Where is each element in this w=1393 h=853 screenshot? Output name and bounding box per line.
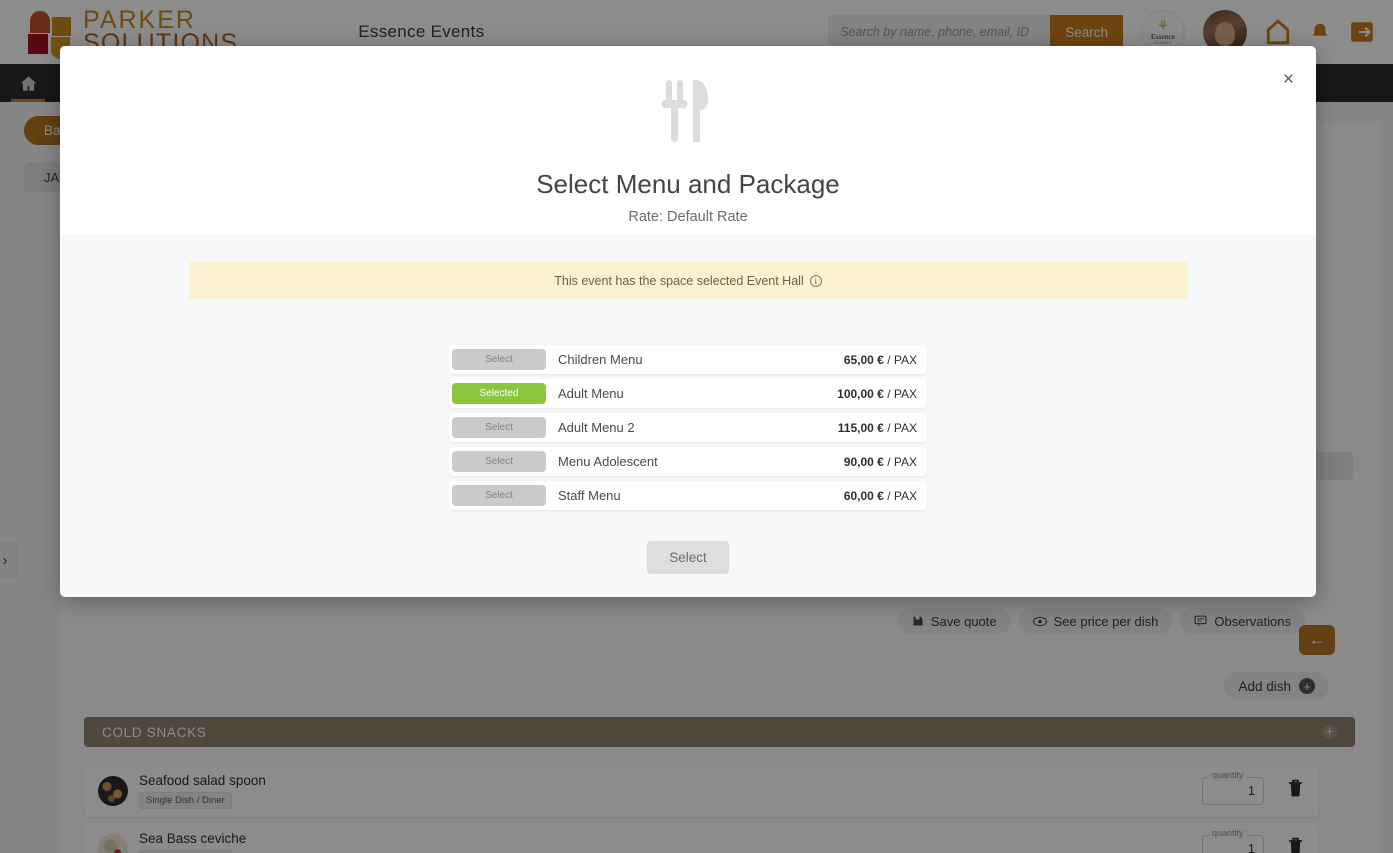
list-item: Select Staff Menu 60,00 € / PAX	[449, 481, 927, 510]
info-banner: This event has the space selected Event …	[189, 262, 1188, 299]
list-item: Select Children Menu 65,00 € / PAX	[449, 345, 927, 374]
menu-option-list: Select Children Menu 65,00 € / PAX Selec…	[449, 345, 927, 510]
menu-name: Staff Menu	[558, 488, 621, 503]
list-item: Select Menu Adolescent 90,00 € / PAX	[449, 447, 927, 476]
menu-name: Adult Menu 2	[558, 420, 635, 435]
close-icon[interactable]: ×	[1283, 70, 1294, 89]
list-item: Select Adult Menu 2 115,00 € / PAX	[449, 413, 927, 442]
menu-select-button[interactable]: Select	[452, 349, 546, 370]
menu-select-button[interactable]: Select	[452, 451, 546, 472]
cutlery-icon	[660, 78, 716, 149]
modal-subtitle: Rate: Default Rate	[628, 209, 747, 225]
menu-name: Adult Menu	[558, 386, 624, 401]
modal-body: This event has the space selected Event …	[60, 234, 1316, 574]
select-menu-modal: × Select Menu and Package Rate: Default …	[60, 46, 1316, 597]
menu-name: Menu Adolescent	[558, 454, 658, 469]
menu-price: 60,00 € / PAX	[844, 489, 917, 503]
menu-price: 65,00 € / PAX	[844, 353, 917, 367]
menu-select-button[interactable]: Select	[452, 485, 546, 506]
info-banner-text: This event has the space selected Event …	[554, 274, 803, 288]
menu-select-button[interactable]: Selected	[452, 383, 546, 404]
modal-footer: Select	[60, 541, 1316, 574]
screen: PARKER SOLUTIONS Essence Events Search ⚘…	[0, 0, 1393, 853]
menu-price: 100,00 € / PAX	[837, 387, 917, 401]
modal-title: Select Menu and Package	[536, 169, 840, 200]
menu-select-button[interactable]: Select	[452, 417, 546, 438]
modal-header: × Select Menu and Package Rate: Default …	[60, 46, 1316, 234]
list-item: Selected Adult Menu 100,00 € / PAX	[449, 379, 927, 408]
menu-price: 90,00 € / PAX	[844, 455, 917, 469]
menu-name: Children Menu	[558, 352, 643, 367]
info-icon[interactable]: i	[810, 275, 822, 287]
confirm-select-button[interactable]: Select	[647, 541, 729, 574]
menu-price: 115,00 € / PAX	[838, 421, 917, 435]
